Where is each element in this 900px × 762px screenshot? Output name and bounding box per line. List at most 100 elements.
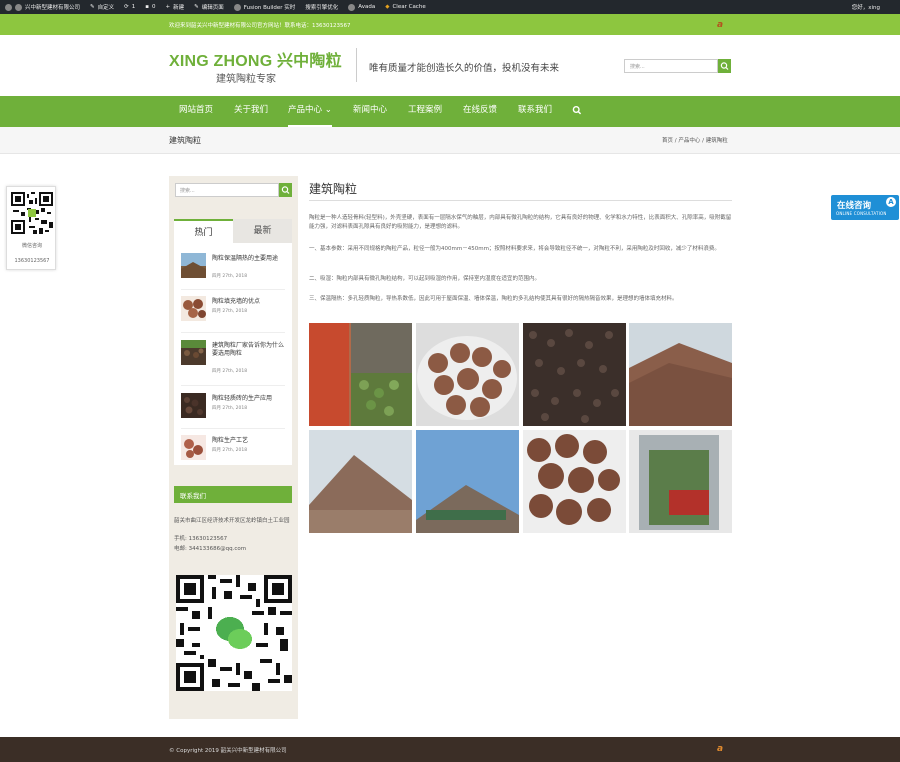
gallery-image[interactable] xyxy=(309,323,412,426)
header-divider xyxy=(356,48,357,82)
content-paragraph: 三、保温隔热：多孔轻质陶粒，导热系数低，因此可用于屋面保温、墙体保温，陶粒的多孔… xyxy=(309,296,678,302)
admin-avada[interactable]: Avada xyxy=(343,0,380,14)
qr-phone: 13630123567 xyxy=(14,258,50,264)
consult-badge-icon: A xyxy=(886,197,896,207)
post-date: 四月 27th, 2018 xyxy=(212,406,248,411)
site-logo-title[interactable]: XING ZHONG 兴中陶粒 xyxy=(169,47,342,71)
page-title: 建筑陶粒 xyxy=(169,136,201,145)
tab-latest[interactable]: 最新 xyxy=(233,219,292,243)
admin-customize[interactable]: ✎ 自定义 xyxy=(85,0,119,14)
list-item[interactable]: 陶粒轻质砖的生产应用 四月 27th, 2018 xyxy=(181,393,289,437)
pencil-icon: ✎ xyxy=(194,4,199,10)
gallery-image[interactable] xyxy=(416,430,519,533)
site-logo-subtitle: 建筑陶粒专家 xyxy=(216,74,276,85)
sidebar: 搜索... 热门 最新 陶粒保温隔热的主要用途 四月 27th, 2018 陶粒… xyxy=(169,176,298,719)
fusion-icon xyxy=(233,3,241,11)
content-title: 建筑陶粒 xyxy=(309,182,358,196)
post-date: 四月 27th, 2018 xyxy=(212,369,248,374)
admin-fusion-builder[interactable]: Fusion Builder 实时 xyxy=(229,0,301,14)
post-date: 四月 27th, 2018 xyxy=(212,309,248,314)
list-item[interactable]: 陶粒生产工艺 四月 27th, 2018 xyxy=(181,435,289,479)
admin-new[interactable]: + 新建 xyxy=(160,0,189,14)
sidebar-search-input[interactable]: 搜索... xyxy=(175,183,279,197)
consult-title: 在线咨询 xyxy=(837,201,872,211)
divider xyxy=(309,200,732,201)
gallery-image[interactable] xyxy=(629,430,732,533)
header-search-button[interactable] xyxy=(718,59,731,73)
admin-clear-cache[interactable]: ◆ Clear Cache xyxy=(380,0,430,14)
gallery-image[interactable] xyxy=(309,430,412,533)
footer-logo[interactable]: a xyxy=(717,744,723,754)
post-title[interactable]: 陶粒填充墙的优点 xyxy=(212,298,288,306)
gallery-image[interactable] xyxy=(416,323,519,426)
avada-icon xyxy=(348,3,356,11)
refresh-icon: ⟳ xyxy=(124,4,129,10)
site-header: XING ZHONG 兴中陶粒 建筑陶粒专家 唯有质量才能创造长久的价值，投机没… xyxy=(0,35,900,95)
nav-feedback[interactable]: 在线反馈 xyxy=(463,96,497,127)
top-info-bar: 欢迎来到韶关兴中新型建材有限公司官方网站！联系电话：13630123567 a xyxy=(0,14,900,35)
post-title[interactable]: 陶粒生产工艺 xyxy=(212,437,288,445)
qr-code-icon xyxy=(11,192,53,234)
home-icon xyxy=(15,3,22,11)
admin-user-menu[interactable]: 您好，xing xyxy=(847,0,900,14)
post-thumbnail xyxy=(181,393,206,418)
breadcrumb[interactable]: 首页 / 产品中心 / 建筑陶粒 xyxy=(662,136,728,144)
header-search-input[interactable]: 搜索... xyxy=(624,59,718,73)
list-item[interactable]: 建筑陶粒厂家告诉你为什么要选用陶粒 四月 27th, 2018 xyxy=(181,340,289,384)
search-icon xyxy=(720,62,729,70)
content-paragraph: 一、基本参数：采用不同规格的陶粒产品，粒径一般为400mm－450mm；按照材料… xyxy=(309,246,720,252)
online-consult-button[interactable]: 在线咨询 ONLINE CONSULTATION A xyxy=(831,195,899,220)
admin-edit-page[interactable]: ✎ 编辑页面 xyxy=(189,0,229,14)
nav-products[interactable]: 产品中心 ⌄ xyxy=(288,96,332,127)
gallery-image[interactable] xyxy=(523,430,626,533)
nav-home[interactable]: 网站首页 xyxy=(179,96,213,127)
copyright-text: © Copyright 2019 韶关兴中新型建材有限公司 xyxy=(169,748,287,754)
wordpress-icon xyxy=(5,3,12,11)
divider xyxy=(181,385,285,386)
post-date: 四月 27th, 2018 xyxy=(212,274,248,279)
sidebar-search-button[interactable] xyxy=(279,183,292,197)
tab-hot[interactable]: 热门 xyxy=(174,219,233,243)
plus-icon: + xyxy=(165,4,171,10)
admin-comments[interactable]: ▪ 0 xyxy=(140,0,160,14)
post-thumbnail xyxy=(181,253,206,278)
post-thumbnail xyxy=(181,340,206,365)
gallery-image[interactable] xyxy=(629,323,732,426)
list-item[interactable]: 陶粒填充墙的优点 四月 27th, 2018 xyxy=(181,296,289,340)
divider xyxy=(181,289,285,290)
site-footer: © Copyright 2019 韶关兴中新型建材有限公司 a xyxy=(0,737,900,762)
product-gallery xyxy=(309,323,732,533)
content-paragraph: 二、吸湿：陶粒内部具有微孔陶粒结构，可以起到吸湿的作用，保持室内湿度在适宜的范围… xyxy=(309,276,541,282)
welcome-text: 欢迎来到韶关兴中新型建材有限公司官方网站！联系电话：13630123567 xyxy=(169,23,351,29)
post-date: 四月 27th, 2018 xyxy=(212,448,248,453)
consult-subtitle: ONLINE CONSULTATION xyxy=(836,211,887,216)
search-icon xyxy=(572,105,582,115)
admin-bar: 兴中新型建材有限公司 ✎ 自定义 ⟳ 1 ▪ 0 + 新建 ✎ 编辑页面 Fusion B… xyxy=(0,0,900,14)
post-title[interactable]: 陶粒轻质砖的生产应用 xyxy=(212,395,288,403)
post-title[interactable]: 建筑陶粒厂家告诉你为什么要选用陶粒 xyxy=(212,342,288,358)
nav-news[interactable]: 新闻中心 xyxy=(353,96,387,127)
post-thumbnail xyxy=(181,435,206,460)
post-thumbnail xyxy=(181,296,206,321)
nav-cases[interactable]: 工程案例 xyxy=(408,96,442,127)
floating-wechat-qr[interactable]: 微信咨询 13630123567 xyxy=(6,186,56,270)
contact-email[interactable]: 电邮: 344133686@qq.com xyxy=(174,544,246,552)
site-slogan: 唯有质量才能创造长久的价值，投机没有未来 xyxy=(369,63,560,74)
gallery-image[interactable] xyxy=(523,323,626,426)
admin-updates[interactable]: ⟳ 1 xyxy=(119,0,140,14)
divider xyxy=(181,428,285,429)
qr-label: 微信咨询 xyxy=(21,243,42,249)
nav-search[interactable] xyxy=(572,96,582,127)
contact-phone: 手机: 13630123567 xyxy=(174,536,228,542)
list-item[interactable]: 陶粒保温隔热的主要用途 四月 27th, 2018 xyxy=(181,253,289,297)
nav-contact[interactable]: 联系我们 xyxy=(518,96,552,127)
admin-site-menu[interactable]: 兴中新型建材有限公司 xyxy=(0,0,85,14)
contact-address: 韶关市曲江区经济技术开发区龙岭镇白土工业园 xyxy=(174,518,290,524)
admin-seo[interactable]: 搜索引擎优化 xyxy=(300,0,343,14)
content-paragraph: 陶粒是一种人造轻骨料(轻型料)，外壳坚硬，表面有一层隔水保气的釉层，内部具有微孔… xyxy=(309,215,732,230)
page-title-bar: 建筑陶粒 首页 / 产品中心 / 建筑陶粒 xyxy=(0,127,900,154)
nav-about[interactable]: 关于我们 xyxy=(234,96,268,127)
main-nav: 网站首页 关于我们 产品中心 ⌄ 新闻中心 工程案例 在线反馈 联系我们 xyxy=(0,96,900,127)
partner-logo[interactable]: a xyxy=(717,20,723,30)
post-title[interactable]: 陶粒保温隔热的主要用途 xyxy=(212,255,288,263)
